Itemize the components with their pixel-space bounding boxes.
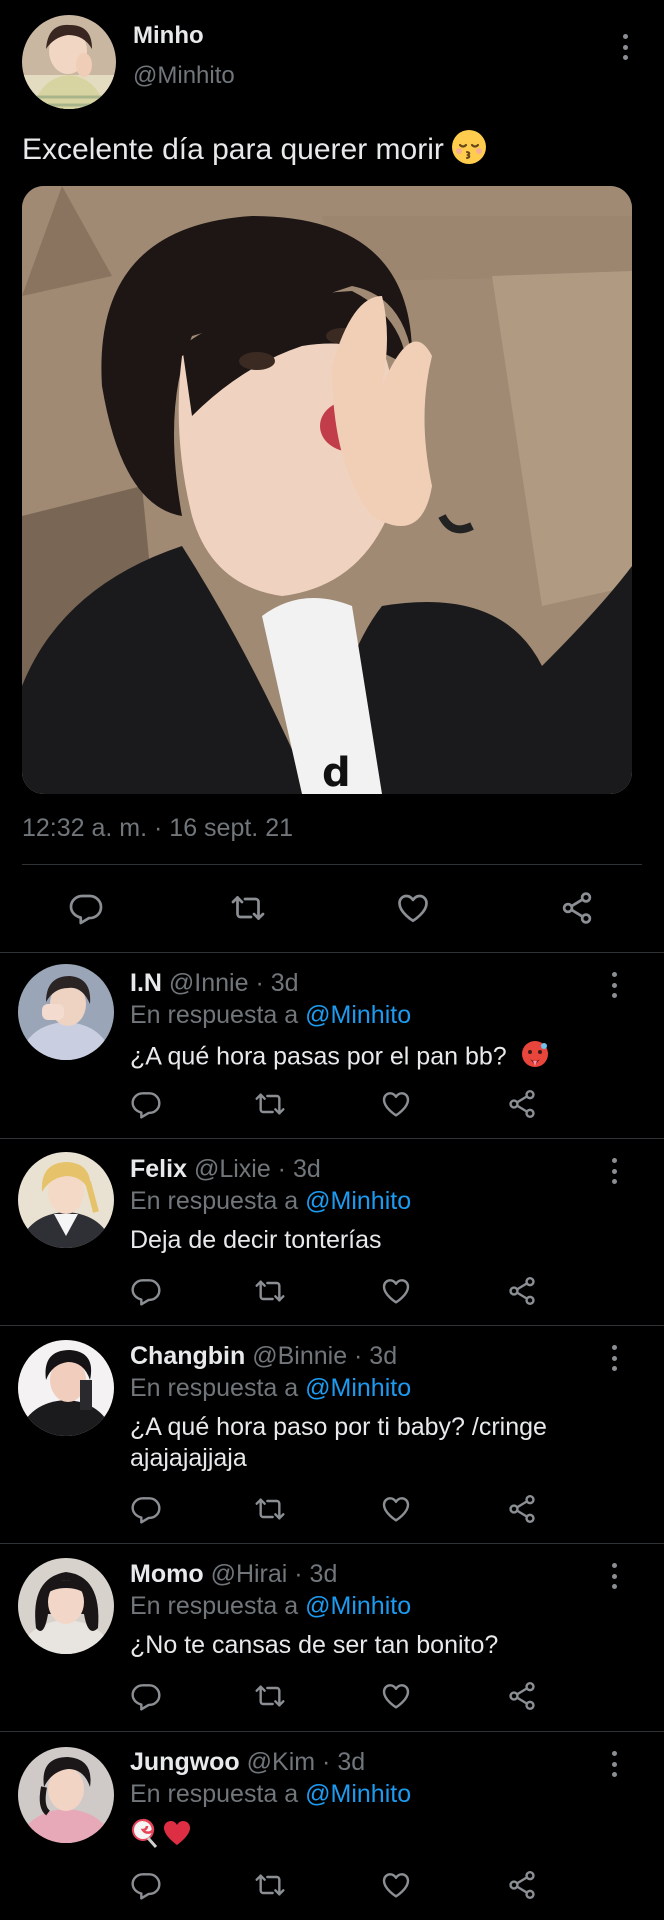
reply-author-name[interactable]: I.N xyxy=(130,969,162,997)
author-handle[interactable]: @Minhito xyxy=(133,62,235,90)
tweet-photo[interactable]: d xyxy=(22,186,632,794)
mention-link[interactable]: @Minhito xyxy=(305,1374,411,1402)
replying-to: En respuesta a @Minhito xyxy=(130,1780,411,1809)
share-icon[interactable] xyxy=(504,1491,540,1527)
author-name[interactable]: Minho xyxy=(133,22,204,50)
tweet-text-content: Excelente día para querer morir xyxy=(22,132,444,166)
mention-link[interactable]: @Minhito xyxy=(305,1001,411,1029)
mention-link[interactable]: @Minhito xyxy=(305,1187,411,1215)
replying-prefix: En respuesta a xyxy=(130,1187,299,1215)
retweet-icon[interactable] xyxy=(228,888,268,928)
like-icon[interactable] xyxy=(378,1086,414,1122)
reply-meta: @Binnie · 3d xyxy=(252,1342,398,1370)
reply-tweet[interactable]: I.N @Innie · 3d En respuesta a @Minhito … xyxy=(0,953,664,1138)
reply-text xyxy=(130,1818,630,1852)
more-options-icon[interactable] xyxy=(609,1751,619,1777)
kissing-face-emoji-icon xyxy=(450,128,488,174)
red-heart-emoji-icon xyxy=(162,1818,192,1856)
reply-text-content: ¿A qué hora pasas por el pan bb? xyxy=(130,1042,507,1071)
more-options-icon[interactable] xyxy=(620,34,630,60)
share-icon[interactable] xyxy=(504,1273,540,1309)
like-icon[interactable] xyxy=(378,1867,414,1903)
reply-icon[interactable] xyxy=(128,1867,164,1903)
replying-prefix: En respuesta a xyxy=(130,1592,299,1620)
like-icon[interactable] xyxy=(393,888,433,928)
reply-meta: @Lixie · 3d xyxy=(193,1155,321,1183)
like-icon[interactable] xyxy=(378,1273,414,1309)
retweet-icon[interactable] xyxy=(252,1491,288,1527)
lollipop-emoji-icon xyxy=(130,1818,160,1856)
main-tweet: Minho @Minhito Excelente día para querer… xyxy=(0,0,664,952)
replying-prefix: En respuesta a xyxy=(130,1001,299,1029)
retweet-icon[interactable] xyxy=(252,1867,288,1903)
share-icon[interactable] xyxy=(504,1678,540,1714)
reply-tweet[interactable]: Jungwoo @Kim · 3d En respuesta a @Minhit… xyxy=(0,1732,664,1920)
reply-text: ¿A qué hora paso por ti baby? /cringe aj… xyxy=(130,1413,547,1472)
reply-text: Deja de decir tonterías xyxy=(130,1226,382,1254)
replying-to: En respuesta a @Minhito xyxy=(130,1592,411,1621)
share-icon[interactable] xyxy=(504,1867,540,1903)
reply-text: ¿No te cansas de ser tan bonito? xyxy=(130,1631,499,1659)
hot-face-emoji-icon xyxy=(520,1039,550,1077)
replying-prefix: En respuesta a xyxy=(130,1780,299,1808)
mention-link[interactable]: @Minhito xyxy=(305,1592,411,1620)
reply-icon[interactable] xyxy=(128,1273,164,1309)
tweet-text: Excelente día para querer morir xyxy=(22,128,488,174)
reply-tweet[interactable]: Felix @Lixie · 3d En respuesta a @Minhit… xyxy=(0,1139,664,1325)
avatar[interactable] xyxy=(18,964,114,1060)
tweet-timestamp: 12:32 a. m. · 16 sept. 21 xyxy=(22,814,293,842)
more-options-icon[interactable] xyxy=(609,1345,619,1371)
replying-to: En respuesta a @Minhito xyxy=(130,1001,411,1030)
reply-author-name[interactable]: Felix xyxy=(130,1155,187,1183)
avatar[interactable] xyxy=(22,15,116,109)
avatar[interactable] xyxy=(18,1152,114,1248)
retweet-icon[interactable] xyxy=(252,1273,288,1309)
reply-author-name[interactable]: Changbin xyxy=(130,1342,245,1370)
reply-meta: @Innie · 3d xyxy=(168,969,299,997)
avatar[interactable] xyxy=(18,1558,114,1654)
reply-meta: @Kim · 3d xyxy=(246,1748,366,1776)
reply-tweet[interactable]: Changbin @Binnie · 3d En respuesta a @Mi… xyxy=(0,1326,664,1543)
share-icon[interactable] xyxy=(557,888,597,928)
reply-author-name[interactable]: Jungwoo xyxy=(130,1748,240,1776)
reply-icon[interactable] xyxy=(128,1086,164,1122)
retweet-icon[interactable] xyxy=(252,1086,288,1122)
divider xyxy=(22,864,642,865)
reply-tweet[interactable]: Momo @Hirai · 3d En respuesta a @Minhito… xyxy=(0,1544,664,1731)
share-icon[interactable] xyxy=(504,1086,540,1122)
more-options-icon[interactable] xyxy=(609,1158,619,1184)
retweet-icon[interactable] xyxy=(252,1678,288,1714)
replying-to: En respuesta a @Minhito xyxy=(130,1374,411,1403)
reply-icon[interactable] xyxy=(128,1678,164,1714)
reply-text: ¿A qué hora pasas por el pan bb? xyxy=(130,1039,630,1077)
like-icon[interactable] xyxy=(378,1678,414,1714)
more-options-icon[interactable] xyxy=(609,972,619,998)
mention-link[interactable]: @Minhito xyxy=(305,1780,411,1808)
svg-text:d: d xyxy=(322,750,351,794)
reply-icon[interactable] xyxy=(66,888,106,928)
reply-meta: @Hirai · 3d xyxy=(210,1560,338,1588)
like-icon[interactable] xyxy=(378,1491,414,1527)
more-options-icon[interactable] xyxy=(609,1563,619,1589)
avatar[interactable] xyxy=(18,1340,114,1436)
reply-icon[interactable] xyxy=(128,1491,164,1527)
reply-author-name[interactable]: Momo xyxy=(130,1560,204,1588)
avatar[interactable] xyxy=(18,1747,114,1843)
replying-prefix: En respuesta a xyxy=(130,1374,299,1402)
replying-to: En respuesta a @Minhito xyxy=(130,1187,411,1216)
